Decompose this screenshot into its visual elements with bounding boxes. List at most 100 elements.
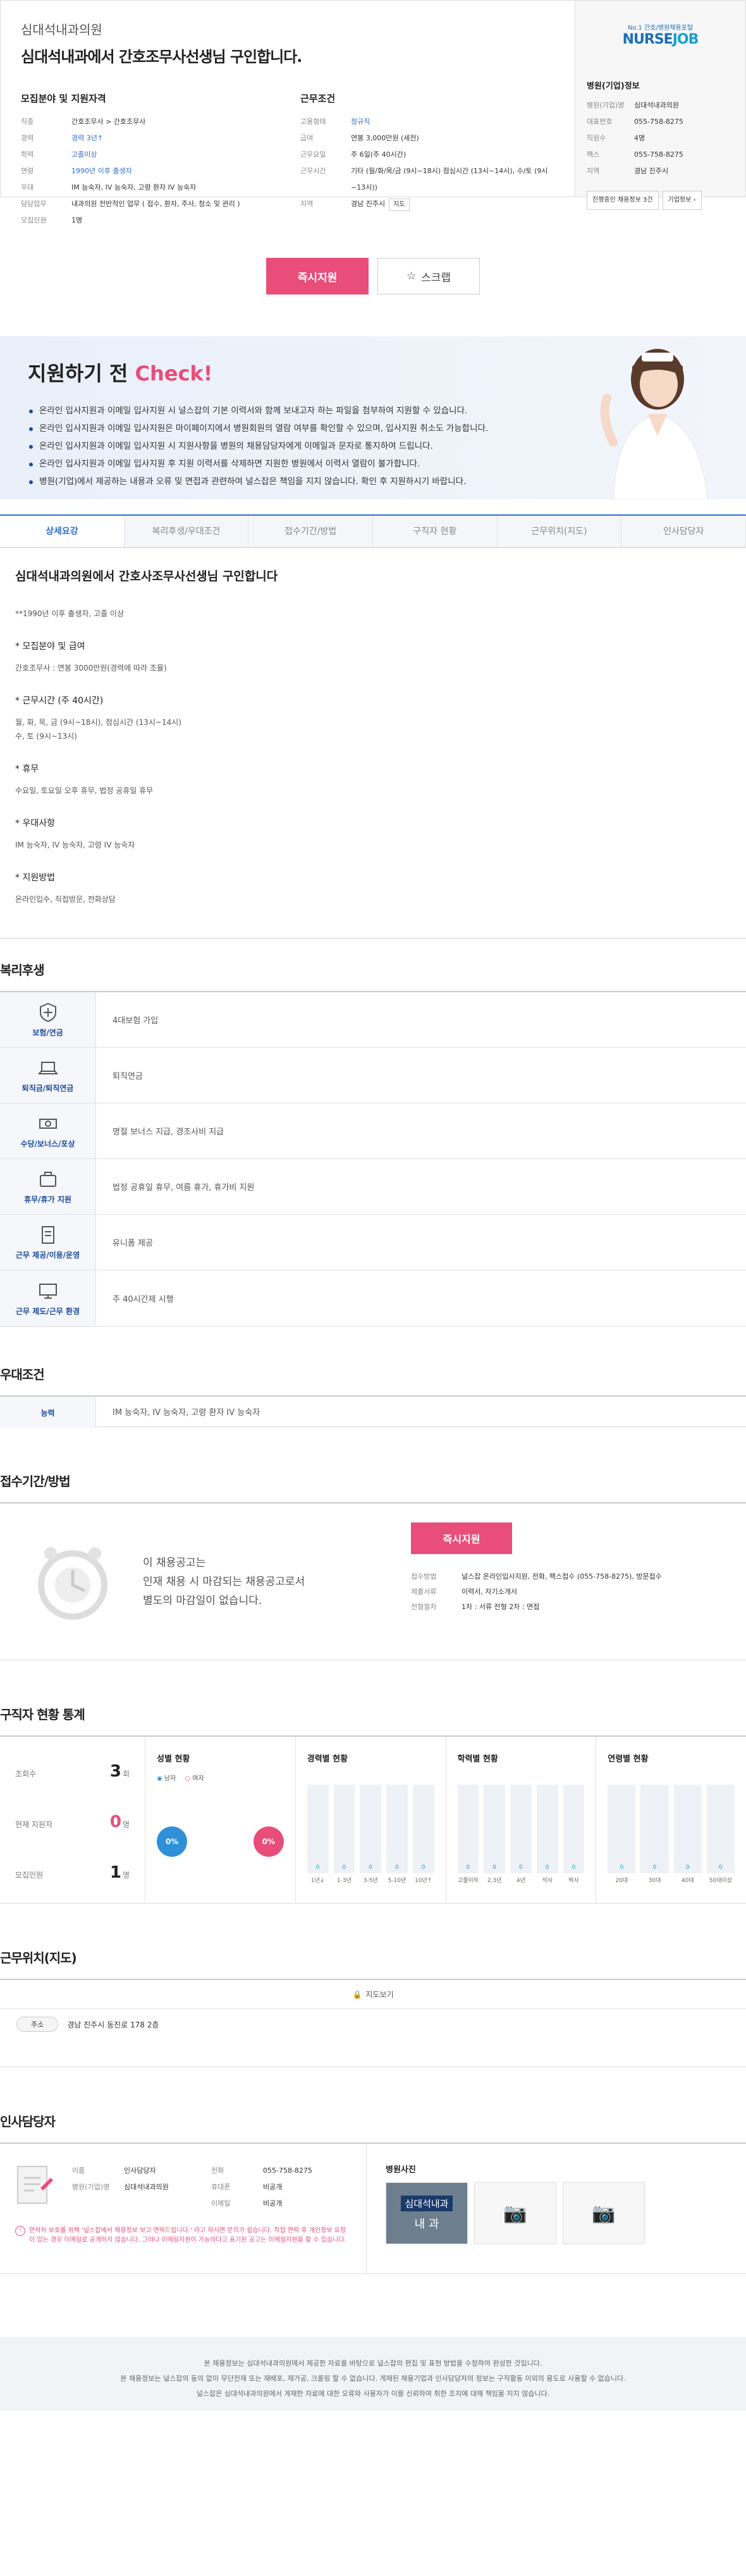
map-view-label: 지도보기 [365, 1990, 394, 1999]
manager-key: 이름 [72, 2166, 85, 2175]
male-label: 남자 [164, 1775, 176, 1782]
manager-row: 이름 인사담당자 [72, 2163, 192, 2179]
bar-label: 고졸이하 [457, 1878, 479, 1884]
work-key: 지역 [300, 200, 314, 208]
reception-apply-button[interactable]: 즉시지원 [411, 1522, 512, 1554]
benefit-key: 보험/연금 [0, 992, 96, 1047]
benefit-value: 4대보험 가입 [113, 1016, 159, 1026]
company-value: 경남 진주시 [634, 167, 669, 175]
benefit-row: 근무 제도/근무 환경 주 40시간제 시행 [0, 1270, 746, 1326]
reception-msg-2: 인재 채용 시 마감되는 채용공고로서 [143, 1575, 305, 1588]
benefit-label: 수당/보너스/포상 [20, 1139, 75, 1148]
stats-title: 구직자 현황 통계 [0, 1707, 85, 1722]
stat-label: 모집인원 [15, 1871, 44, 1880]
nursejob-logo[interactable]: No.1 간호/병원채용포털 NURSEJOB [587, 22, 734, 47]
bar-label: 30대 [648, 1878, 661, 1884]
stats-box: 조회수 3 회 현재 지원자 0 명 모집인원 1 명 성별 현황 ◉ 남자 ○ 여자 0% 0… [0, 1735, 746, 1904]
bar-track: 0 [386, 1785, 408, 1873]
check-title-highlight: Check! [135, 361, 213, 386]
bar-label: 1년↓ [310, 1878, 325, 1884]
detail-heading: * 지원방법 [15, 873, 55, 883]
tab-4[interactable]: 근무위치(지도) [497, 516, 622, 547]
map-button[interactable]: 지도 [389, 198, 410, 211]
company-value: 055-758-8275 [634, 150, 683, 159]
gender-stats: 성별 현황 ◉ 남자 ○ 여자 0% 0% [145, 1737, 296, 1903]
photo-placeholder: 📷 [563, 2182, 645, 2244]
manager-key: 휴대폰 [211, 2183, 231, 2191]
stat-bar: 0 2,3년 [484, 1785, 505, 1884]
benefit-key: 근무 제공/이용/운영 [0, 1215, 96, 1270]
manager-value: 심대석내과의원 [124, 2183, 169, 2191]
job-title: 심대석내과에서 간호조무사선생님 구인합니다. [21, 48, 302, 66]
hospital-photo[interactable]: 심대석내과 내 과 [386, 2182, 468, 2244]
recruit-key: 모집인원 [21, 216, 47, 224]
recruit-value: 1990년 이후 출생자 [71, 167, 132, 175]
bar-track: 0 [510, 1785, 532, 1873]
bar-value: 0 [620, 1864, 624, 1871]
bar-label: 40대 [681, 1878, 694, 1884]
benefit-label: 근무 제공/이용/운영 [15, 1251, 80, 1260]
apply-now-button[interactable]: 즉시지원 [266, 258, 369, 295]
recruit-heading: 모집분야 및 지원자격 [21, 93, 106, 104]
bar-label: 석사 [542, 1878, 553, 1884]
logo-subtitle: No.1 간호/병원채용포털 [627, 25, 694, 32]
map-view-button[interactable]: 🔒 지도보기 [0, 1980, 746, 2009]
laptop-icon [37, 1062, 58, 1074]
stat-label: 조회수 [15, 1770, 37, 1778]
stat-unit: 명 [122, 1820, 130, 1829]
monitor-icon [39, 1283, 57, 1299]
company-key: 지역 [587, 167, 600, 175]
tab-3[interactable]: 구직자 현황 [373, 516, 498, 547]
edu-title: 학력별 현황 [457, 1754, 498, 1764]
benefit-key: 퇴직금/퇴직연금 [0, 1048, 96, 1103]
recruit-row: 직종 간호조무사 > 간호조무사 [21, 114, 275, 130]
tab-0[interactable]: 상세요강 [0, 516, 125, 547]
bar-value: 0 [572, 1864, 576, 1871]
bar-value: 0 [369, 1864, 372, 1871]
bar-track: 0 [307, 1785, 329, 1873]
bar-label: 20대 [615, 1878, 628, 1884]
company-info-panel: No.1 간호/병원채용포털 NURSEJOB 병원(기업)정보 병원(기업)명… [575, 1, 745, 210]
tab-2[interactable]: 접수기간/방법 [248, 516, 374, 547]
company-key: 병원(기업)명 [587, 101, 625, 109]
company-value: 055-758-8275 [634, 118, 683, 126]
work-row: 급여 연봉 3,000만원 (세전) [300, 130, 554, 147]
company-heading: 병원(기업)정보 [587, 82, 640, 91]
benefit-label: 퇴직금/퇴직연금 [21, 1084, 74, 1093]
recruit-key: 학력 [21, 150, 34, 159]
male-percent: 0% [157, 1826, 187, 1857]
detail-line: 월, 화, 목, 금 (9시~18시), 점심시간 (13시~14시) [15, 718, 181, 727]
recruit-value: 내과의원 전반적인 업무 ( 접수, 환자, 주사, 청소 및 관리 ) [71, 200, 240, 208]
reception-value: 널스잡 온라인입사지원, 전화, 팩스접수 (055-758-8275), 방문… [462, 1572, 662, 1581]
active-jobs-button[interactable]: 진행중인 채용정보 3건 [587, 191, 659, 210]
benefit-label: 휴무/휴가 지원 [24, 1195, 71, 1204]
benefit-label: 보험/연금 [32, 1028, 63, 1037]
bar-value: 0 [466, 1864, 470, 1871]
detail-heading: * 근무시간 (주 40시간) [15, 696, 104, 706]
detail-line: 수, 토 (9시~13시) [15, 732, 77, 741]
bar-track: 0 [563, 1785, 585, 1873]
edu-stats: 학력별 현황 0 고졸이하 0 2,3년 0 4년 0 석사 0 박사 [446, 1737, 597, 1903]
reception-row: 전형절차 1차 : 서류 전형 2차 : 면접 [411, 1600, 727, 1615]
tab-5[interactable]: 인사담당자 [621, 516, 746, 547]
photo-placeholder: 📷 [474, 2182, 556, 2244]
company-info-button[interactable]: 기업정보 › [662, 191, 702, 210]
stat-value: 0명 [109, 1813, 130, 1832]
benefit-label: 근무 제도/근무 환경 [15, 1306, 80, 1316]
lock-icon: 🔒 [352, 1990, 362, 1999]
detail-line: 온라인입수, 직접방문, 전화상담 [15, 895, 116, 904]
footer-notice: 본 채용정보는 심대석내과의원에서 제공한 자료를 바탕으로 널스잡의 편집 및… [0, 2337, 746, 2410]
recruit-value: 1명 [71, 216, 83, 224]
logo-part-a: NURSE [622, 32, 673, 47]
tab-1[interactable]: 복리후생/우대조건 [124, 516, 249, 547]
detail-heading: * 우대사항 [15, 818, 55, 829]
work-row: 근무요일 주 6일(주 40시간) [300, 147, 554, 163]
stat-value: 3회 [109, 1762, 130, 1781]
reception-box: 이 채용공고는 인재 채용 시 마감되는 채용공고로서 별도의 마감일이 없습니… [0, 1502, 746, 1660]
reception-title: 접수기간/방법 [0, 1474, 71, 1489]
bar-value: 0 [685, 1864, 690, 1871]
footer-line: 본 채용정보는 심대석내과의원에서 제공한 자료를 바탕으로 널스잡의 편집 및… [204, 2359, 542, 2367]
company-row: 병원(기업)명 심대석내과의원 [587, 97, 734, 114]
scrap-button[interactable]: ☆ 스크랩 [377, 258, 480, 295]
bar-track: 0 [536, 1785, 558, 1873]
